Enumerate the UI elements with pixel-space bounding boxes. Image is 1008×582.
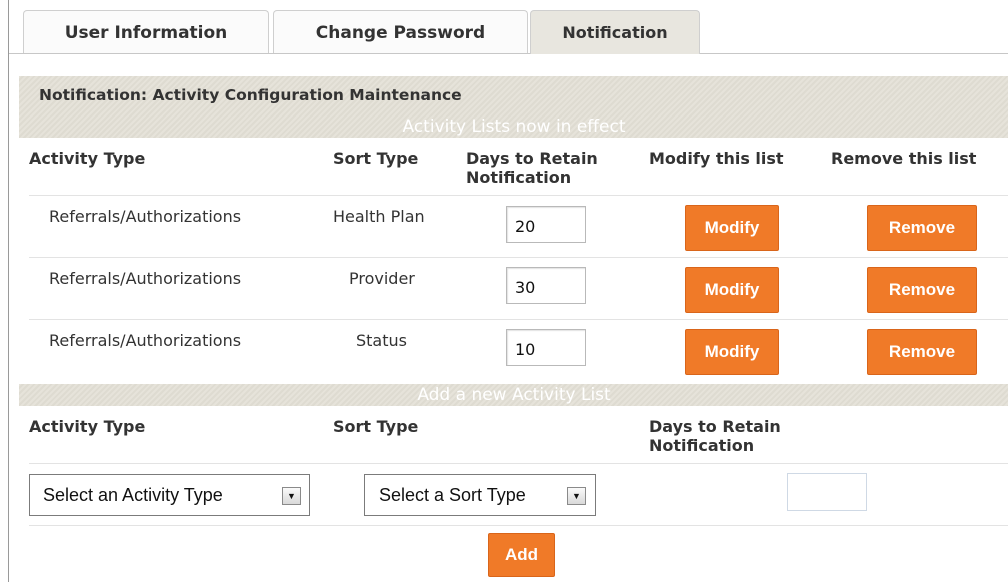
row-separator [29, 319, 1008, 320]
new-header-days-line1: Days to Retain [649, 417, 781, 436]
remove-button[interactable]: Remove [867, 267, 977, 313]
days-to-retain-input[interactable]: 10 [506, 329, 586, 366]
header-sort-type: Sort Type [333, 149, 419, 168]
modify-button[interactable]: Modify [685, 205, 779, 251]
tab-change-password[interactable]: Change Password [273, 10, 528, 54]
new-header-sort-type: Sort Type [333, 417, 419, 436]
chevron-down-icon[interactable]: ▼ [567, 487, 586, 505]
header-days-line1: Days to Retain [466, 149, 598, 168]
sort-type-select[interactable]: Select a Sort Type ▼ [364, 474, 596, 516]
header-days-to-retain: Days to Retain Notification [466, 149, 598, 187]
header-remove: Remove this list [831, 149, 977, 168]
row-separator [29, 257, 1008, 258]
remove-button[interactable]: Remove [867, 329, 977, 375]
row-sort-type: Status [356, 331, 407, 350]
sort-type-select-value: Select a Sort Type [379, 484, 526, 505]
chevron-down-icon[interactable]: ▼ [282, 487, 301, 505]
row-separator [29, 463, 1008, 464]
activity-type-select[interactable]: Select an Activity Type ▼ [29, 474, 310, 516]
row-separator [29, 195, 1008, 196]
row-activity-type: Referrals/Authorizations [49, 207, 242, 226]
row-sort-type: Health Plan [333, 207, 425, 226]
new-header-activity-type: Activity Type [29, 417, 146, 436]
header-activity-type: Activity Type [29, 149, 146, 168]
remove-button[interactable]: Remove [867, 205, 977, 251]
add-button[interactable]: Add [488, 533, 555, 577]
header-modify: Modify this list [649, 149, 784, 168]
tab-bar: User Information Change Password Notific… [9, 10, 1008, 54]
days-to-retain-input[interactable]: 20 [506, 206, 586, 243]
tab-notification[interactable]: Notification [530, 10, 700, 54]
section-title: Notification: Activity Configuration Mai… [19, 76, 1008, 118]
notification-panel: User Information Change Password Notific… [8, 0, 1008, 582]
header-days-line2: Notification [466, 168, 572, 187]
new-days-to-retain-input[interactable] [787, 473, 867, 511]
current-lists-banner: Activity Lists now in effect [19, 116, 1008, 138]
row-separator [29, 525, 1008, 526]
row-activity-type: Referrals/Authorizations [49, 269, 242, 288]
new-header-days-line2: Notification [649, 436, 755, 455]
tab-user-information[interactable]: User Information [23, 10, 269, 54]
row-activity-type: Referrals/Authorizations [49, 331, 242, 350]
new-header-days-to-retain: Days to Retain Notification [649, 417, 781, 455]
modify-button[interactable]: Modify [685, 267, 779, 313]
modify-button[interactable]: Modify [685, 329, 779, 375]
row-sort-type: Provider [349, 269, 415, 288]
new-list-banner: Add a new Activity List [19, 384, 1008, 406]
days-to-retain-input[interactable]: 30 [506, 267, 586, 304]
activity-type-select-value: Select an Activity Type [43, 484, 223, 505]
